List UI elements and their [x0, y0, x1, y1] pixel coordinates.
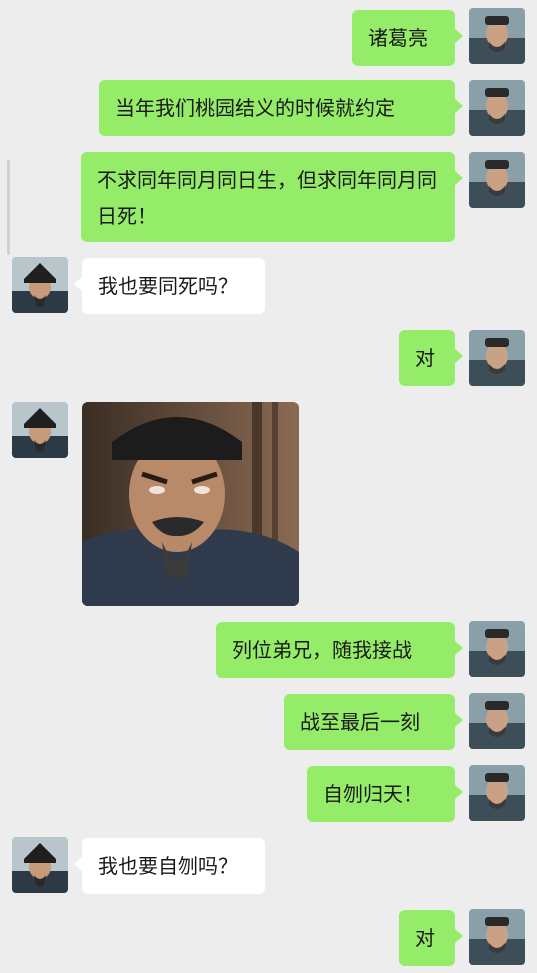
sender-avatar[interactable]: [469, 8, 525, 64]
message-text: 诸葛亮: [368, 26, 428, 50]
message-bubble[interactable]: 我也要自刎吗？: [74, 838, 265, 894]
sender-avatar[interactable]: [469, 909, 525, 965]
message-text: 当年我们桃园结义的时候就约定: [115, 96, 395, 120]
message-bubble[interactable]: 当年我们桃园结义的时候就约定: [99, 80, 463, 136]
message-text: 我也要同死吗？: [98, 274, 238, 298]
message-bubble[interactable]: 我也要同死吗？: [74, 258, 265, 314]
message-text: 列位弟兄，随我接战: [232, 638, 412, 662]
scroll-indicator[interactable]: [7, 160, 10, 255]
message-text: 我也要自刎吗？: [98, 854, 238, 878]
message-text: 战至最后一刻: [300, 710, 420, 734]
angry-face-sticker[interactable]: [82, 402, 299, 606]
message-bubble[interactable]: 列位弟兄，随我接战: [216, 622, 463, 678]
message-text: 不求同年同月同日生，但求同年同月同日死！: [97, 168, 437, 228]
sender-avatar[interactable]: [469, 152, 525, 208]
sender-avatar[interactable]: [469, 693, 525, 749]
sender-avatar[interactable]: [469, 330, 525, 386]
sender-avatar[interactable]: [469, 765, 525, 821]
message-bubble[interactable]: 自刎归天！: [307, 766, 463, 822]
message-bubble[interactable]: 诸葛亮: [352, 10, 463, 66]
contact-avatar[interactable]: [12, 837, 68, 893]
contact-avatar[interactable]: [12, 257, 68, 313]
contact-avatar[interactable]: [12, 402, 68, 458]
sender-avatar[interactable]: [469, 80, 525, 136]
sender-avatar[interactable]: [469, 621, 525, 677]
message-text: 自刎归天！: [323, 782, 423, 806]
message-bubble[interactable]: 对: [399, 910, 463, 966]
message-text: 对: [415, 926, 435, 950]
message-bubble[interactable]: 战至最后一刻: [284, 694, 463, 750]
message-text: 对: [415, 346, 435, 370]
message-bubble[interactable]: 不求同年同月同日生，但求同年同月同日死！: [81, 152, 463, 242]
message-bubble[interactable]: 对: [399, 330, 463, 386]
